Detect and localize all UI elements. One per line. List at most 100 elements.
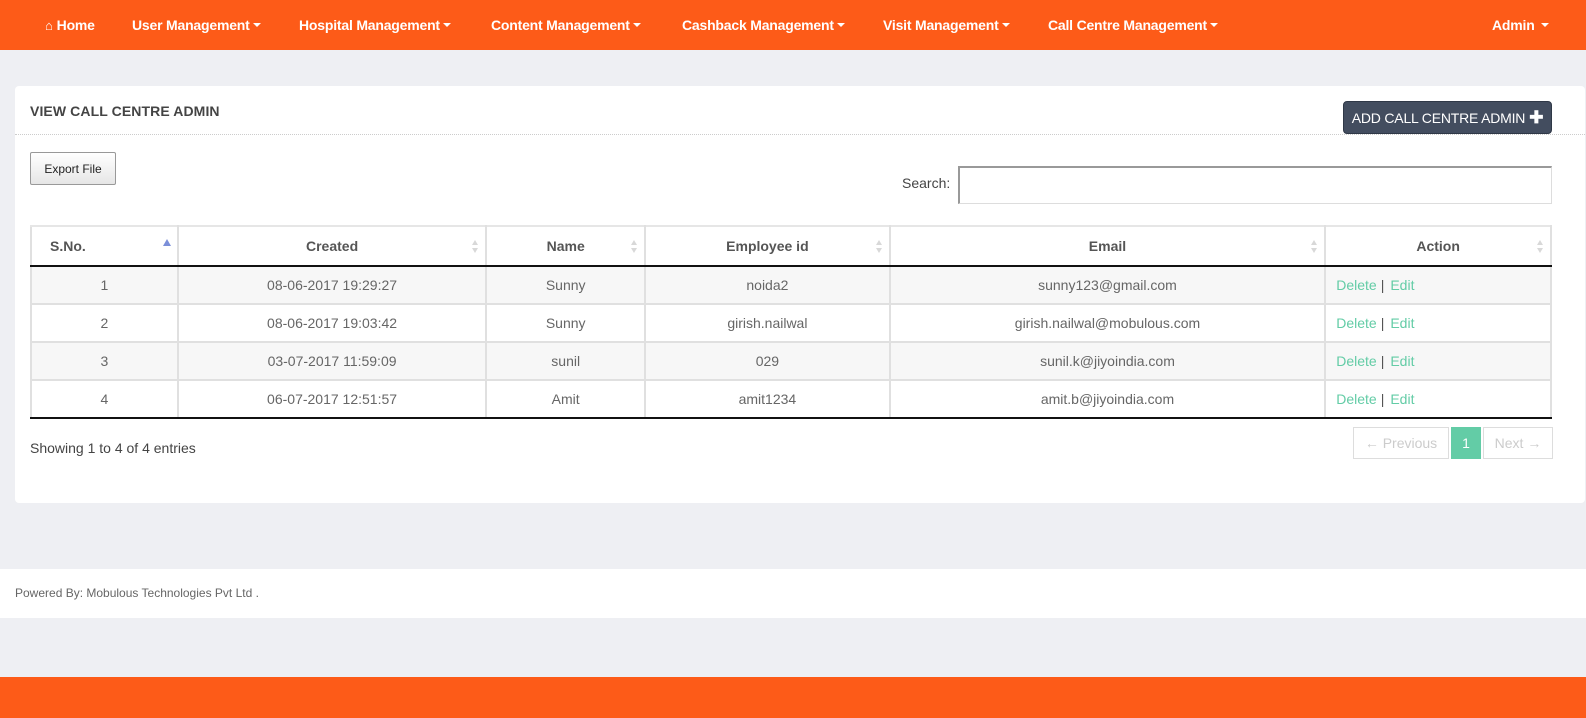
page-title: VIEW CALL CENTRE ADMIN xyxy=(30,103,220,119)
cell-name: Sunny xyxy=(485,265,647,305)
cell-created: 06-07-2017 12:51:57 xyxy=(176,379,488,419)
divider xyxy=(15,134,1585,135)
add-button-label: ADD CALL CENTRE ADMIN xyxy=(1351,109,1526,126)
delete-link[interactable]: Delete xyxy=(1336,277,1376,293)
table-row: 2 08-06-2017 19:03:42 Sunny girish.nailw… xyxy=(30,303,1552,343)
nav-label: Hospital Management xyxy=(299,17,440,33)
nav-label: User Management xyxy=(132,17,250,33)
delete-link[interactable]: Delete xyxy=(1336,391,1376,407)
nav-label: Call Centre Management xyxy=(1048,17,1207,33)
column-header-name[interactable]: Name xyxy=(485,225,647,267)
table-row: 1 08-06-2017 19:29:27 Sunny noida2 sunny… xyxy=(30,265,1552,305)
cell-name: Amit xyxy=(485,379,647,419)
cell-name: Sunny xyxy=(485,303,647,343)
nav-label: Content Management xyxy=(491,17,630,33)
entries-info: Showing 1 to 4 of 4 entries xyxy=(30,440,196,456)
cell-sno: 2 xyxy=(30,303,179,343)
cell-sno: 4 xyxy=(30,379,179,419)
column-header-email[interactable]: Email xyxy=(888,225,1327,267)
home-icon: ⌂ xyxy=(45,18,53,33)
admin-table: S.No. Created Name Employee id Email Act… xyxy=(30,225,1552,419)
table-row: 3 03-07-2017 11:59:09 sunil 029 sunil.k@… xyxy=(30,341,1552,381)
sort-icon xyxy=(875,240,883,253)
cell-email: sunny123@gmail.com xyxy=(888,265,1327,305)
column-header-employee-id[interactable]: Employee id xyxy=(644,225,891,267)
cell-employee-id: noida2 xyxy=(644,265,891,305)
caret-down-icon xyxy=(252,23,261,28)
cell-employee-id: amit1234 xyxy=(644,379,891,419)
header-label: Name xyxy=(546,238,585,254)
top-navbar: ⌂ Home User Management Hospital Managemen… xyxy=(0,0,1586,50)
column-header-created[interactable]: Created xyxy=(176,225,488,267)
header-label: Created xyxy=(305,238,359,254)
nav-hospital-management[interactable]: Hospital Management xyxy=(299,17,451,33)
nav-visit-management[interactable]: Visit Management xyxy=(883,17,1010,33)
nav-admin-menu[interactable]: Admin xyxy=(1492,17,1549,33)
edit-link[interactable]: Edit xyxy=(1390,315,1414,331)
export-file-button[interactable]: Export File xyxy=(30,152,116,185)
nav-call-centre-management[interactable]: Call Centre Management xyxy=(1048,17,1218,33)
cell-name: sunil xyxy=(485,341,647,381)
caret-down-icon xyxy=(632,23,641,28)
edit-link[interactable]: Edit xyxy=(1390,353,1414,369)
cell-sno: 3 xyxy=(30,341,179,381)
bottom-bar xyxy=(0,677,1586,718)
table-row: 4 06-07-2017 12:51:57 Amit amit1234 amit… xyxy=(30,379,1552,419)
nav-home[interactable]: ⌂ Home xyxy=(45,17,95,33)
search-label: Search: xyxy=(902,175,951,191)
cell-created: 08-06-2017 19:03:42 xyxy=(176,303,488,343)
column-header-sno[interactable]: S.No. xyxy=(30,225,179,267)
cell-created: 08-06-2017 19:29:27 xyxy=(176,265,488,305)
page-1-button[interactable]: 1 xyxy=(1451,427,1481,459)
header-label: Action xyxy=(1416,238,1460,254)
table-header-row: S.No. Created Name Employee id Email Act… xyxy=(30,225,1552,267)
edit-link[interactable]: Edit xyxy=(1390,277,1414,293)
cell-email: amit.b@jiyoindia.com xyxy=(888,379,1327,419)
cell-action: Delete | Edit xyxy=(1324,379,1552,419)
nav-admin-label: Admin xyxy=(1492,17,1535,33)
action-separator: | xyxy=(1380,353,1385,369)
sort-icon xyxy=(1537,240,1544,253)
edit-link[interactable]: Edit xyxy=(1390,391,1414,407)
action-separator: | xyxy=(1380,315,1385,331)
sort-icon xyxy=(631,240,638,253)
caret-down-icon xyxy=(1540,23,1549,28)
cell-action: Delete | Edit xyxy=(1324,341,1552,381)
action-separator: | xyxy=(1380,277,1385,293)
nav-content-management[interactable]: Content Management xyxy=(491,17,641,33)
cell-sno: 1 xyxy=(30,265,179,305)
delete-link[interactable]: Delete xyxy=(1336,315,1376,331)
sort-icon xyxy=(1311,240,1318,253)
add-call-centre-admin-button[interactable]: ADD CALL CENTRE ADMIN ✚ xyxy=(1343,101,1552,134)
cell-action: Delete | Edit xyxy=(1324,265,1552,305)
cell-email: girish.nailwal@mobulous.com xyxy=(888,303,1327,343)
action-separator: | xyxy=(1380,391,1385,407)
next-page-button[interactable]: Next → xyxy=(1483,427,1553,459)
nav-label: Visit Management xyxy=(883,17,999,33)
sort-ascending-icon xyxy=(162,239,171,246)
previous-page-button[interactable]: ← Previous xyxy=(1353,427,1449,459)
caret-down-icon xyxy=(1209,23,1218,28)
content-panel: VIEW CALL CENTRE ADMIN ADD CALL CENTRE A… xyxy=(15,86,1585,503)
nav-cashback-management[interactable]: Cashback Management xyxy=(682,17,845,33)
nav-user-management[interactable]: User Management xyxy=(132,17,261,33)
sort-icon xyxy=(472,240,479,253)
header-label: Email xyxy=(1088,238,1127,254)
header-label: S.No. xyxy=(50,238,86,254)
cell-created: 03-07-2017 11:59:09 xyxy=(176,341,488,381)
pagination: ← Previous 1 Next → xyxy=(1353,427,1553,459)
nav-label: Cashback Management xyxy=(682,17,834,33)
nav-home-label: Home xyxy=(56,17,95,33)
cell-email: sunil.k@jiyoindia.com xyxy=(888,341,1327,381)
cell-employee-id: girish.nailwal xyxy=(644,303,891,343)
search-input[interactable] xyxy=(958,166,1552,204)
column-header-action[interactable]: Action xyxy=(1324,225,1552,267)
plus-icon: ✚ xyxy=(1529,108,1544,127)
cell-action: Delete | Edit xyxy=(1324,303,1552,343)
delete-link[interactable]: Delete xyxy=(1336,353,1376,369)
footer: Powered By: Mobulous Technologies Pvt Lt… xyxy=(0,569,1586,618)
caret-down-icon xyxy=(1001,23,1010,28)
cell-employee-id: 029 xyxy=(644,341,891,381)
caret-down-icon xyxy=(442,23,451,28)
header-label: Employee id xyxy=(726,238,809,254)
